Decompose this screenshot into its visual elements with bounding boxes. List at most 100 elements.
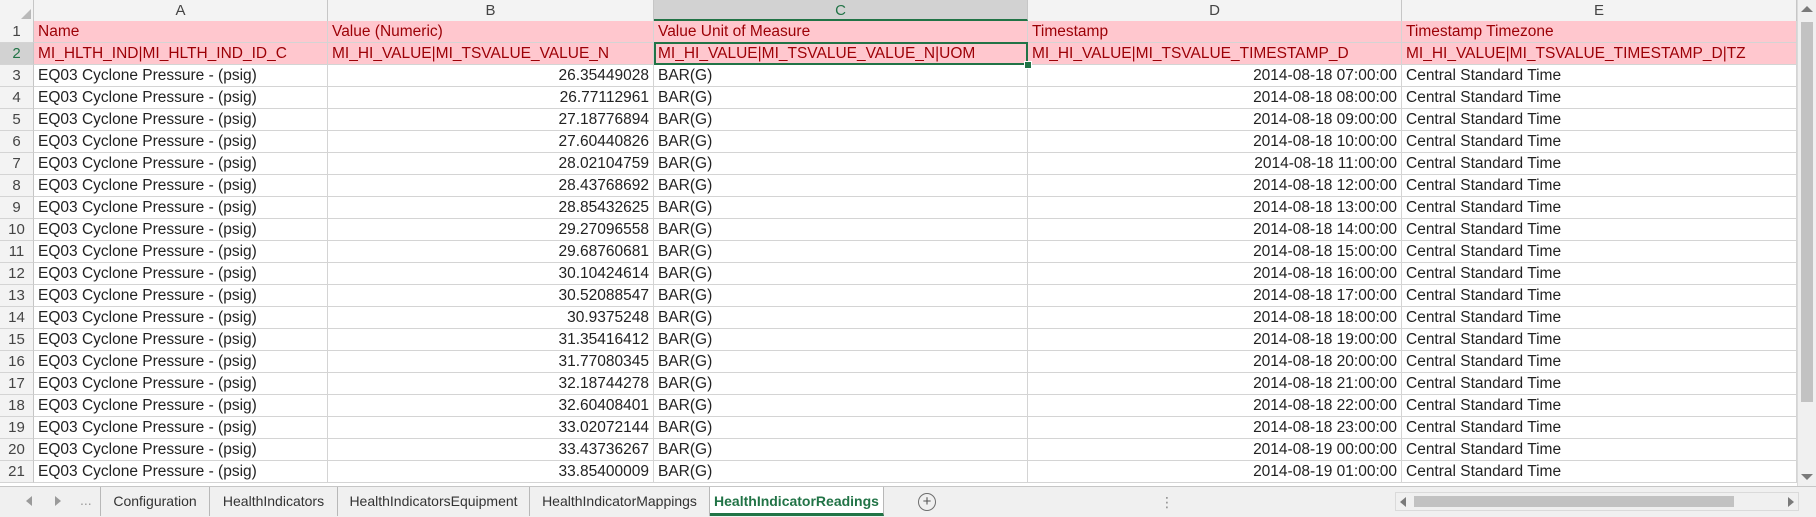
value-cell[interactable]: 27.18776894 bbox=[328, 109, 654, 131]
column-header-e[interactable]: E bbox=[1402, 0, 1797, 21]
value-cell[interactable]: 28.02104759 bbox=[328, 153, 654, 175]
sheet-tab-healthindicatormappings[interactable]: HealthIndicatorMappings bbox=[530, 487, 710, 516]
timestamp-cell[interactable]: 2014-08-18 19:00:00 bbox=[1028, 329, 1402, 351]
timestamp-cell[interactable]: 2014-08-18 08:00:00 bbox=[1028, 87, 1402, 109]
uom-cell[interactable]: BAR(G) bbox=[654, 417, 1028, 439]
value-cell[interactable]: 30.10424614 bbox=[328, 263, 654, 285]
uom-cell[interactable]: BAR(G) bbox=[654, 307, 1028, 329]
value-cell[interactable]: 29.68760681 bbox=[328, 241, 654, 263]
value-cell[interactable]: 28.85432625 bbox=[328, 197, 654, 219]
row-header[interactable]: 9 bbox=[0, 197, 34, 219]
row-header[interactable]: 21 bbox=[0, 461, 34, 483]
row-header[interactable]: 15 bbox=[0, 329, 34, 351]
value-cell[interactable]: 30.52088547 bbox=[328, 285, 654, 307]
name-cell[interactable]: EQ03 Cyclone Pressure - (psig) bbox=[34, 373, 328, 395]
timezone-cell[interactable]: Central Standard Time bbox=[1402, 439, 1797, 461]
name-cell[interactable]: EQ03 Cyclone Pressure - (psig) bbox=[34, 263, 328, 285]
uom-cell[interactable]: BAR(G) bbox=[654, 153, 1028, 175]
uom-cell[interactable]: BAR(G) bbox=[654, 219, 1028, 241]
value-cell[interactable]: 32.18744278 bbox=[328, 373, 654, 395]
name-cell[interactable]: EQ03 Cyclone Pressure - (psig) bbox=[34, 109, 328, 131]
value-cell[interactable]: 31.35416412 bbox=[328, 329, 654, 351]
uom-cell[interactable]: BAR(G) bbox=[654, 263, 1028, 285]
timezone-cell[interactable]: Central Standard Time bbox=[1402, 197, 1797, 219]
header-cell[interactable]: Timestamp bbox=[1028, 21, 1402, 43]
row-header[interactable]: 8 bbox=[0, 175, 34, 197]
row-header[interactable]: 6 bbox=[0, 131, 34, 153]
timestamp-cell[interactable]: 2014-08-18 21:00:00 bbox=[1028, 373, 1402, 395]
timezone-cell[interactable]: Central Standard Time bbox=[1402, 263, 1797, 285]
timestamp-cell[interactable]: 2014-08-18 09:00:00 bbox=[1028, 109, 1402, 131]
row-header[interactable]: 14 bbox=[0, 307, 34, 329]
value-cell[interactable]: 33.43736267 bbox=[328, 439, 654, 461]
column-header-d[interactable]: D bbox=[1028, 0, 1402, 21]
timestamp-cell[interactable]: 2014-08-18 10:00:00 bbox=[1028, 131, 1402, 153]
scroll-down-icon[interactable] bbox=[1801, 474, 1813, 480]
timestamp-cell[interactable]: 2014-08-18 22:00:00 bbox=[1028, 395, 1402, 417]
timezone-cell[interactable]: Central Standard Time bbox=[1402, 395, 1797, 417]
timezone-cell[interactable]: Central Standard Time bbox=[1402, 175, 1797, 197]
tab-overflow-icon[interactable]: ... bbox=[80, 492, 92, 508]
header-cell[interactable]: MI_HLTH_IND|MI_HLTH_IND_ID_C bbox=[34, 43, 328, 65]
spreadsheet-grid[interactable]: A B C D E 1 Name Value (Numeric) Value Unit… bbox=[0, 0, 1797, 486]
name-cell[interactable]: EQ03 Cyclone Pressure - (psig) bbox=[34, 65, 328, 87]
value-cell[interactable]: 33.85400009 bbox=[328, 461, 654, 483]
vertical-scroll-thumb[interactable] bbox=[1801, 22, 1813, 402]
timestamp-cell[interactable]: 2014-08-18 23:00:00 bbox=[1028, 417, 1402, 439]
name-cell[interactable]: EQ03 Cyclone Pressure - (psig) bbox=[34, 417, 328, 439]
uom-cell[interactable]: BAR(G) bbox=[654, 351, 1028, 373]
name-cell[interactable]: EQ03 Cyclone Pressure - (psig) bbox=[34, 461, 328, 483]
value-cell[interactable]: 33.02072144 bbox=[328, 417, 654, 439]
value-cell[interactable]: 28.43768692 bbox=[328, 175, 654, 197]
timestamp-cell[interactable]: 2014-08-18 16:00:00 bbox=[1028, 263, 1402, 285]
value-cell[interactable]: 26.77112961 bbox=[328, 87, 654, 109]
header-cell[interactable]: MI_HI_VALUE|MI_TSVALUE_TIMESTAMP_D|TZ bbox=[1402, 43, 1797, 65]
timestamp-cell[interactable]: 2014-08-18 07:00:00 bbox=[1028, 65, 1402, 87]
tab-splitter-icon[interactable]: ⋮ bbox=[1160, 494, 1175, 511]
scroll-left-icon[interactable] bbox=[1400, 497, 1406, 507]
name-cell[interactable]: EQ03 Cyclone Pressure - (psig) bbox=[34, 329, 328, 351]
value-cell[interactable]: 26.35449028 bbox=[328, 65, 654, 87]
name-cell[interactable]: EQ03 Cyclone Pressure - (psig) bbox=[34, 439, 328, 461]
timezone-cell[interactable]: Central Standard Time bbox=[1402, 417, 1797, 439]
row-header[interactable]: 5 bbox=[0, 109, 34, 131]
name-cell[interactable]: EQ03 Cyclone Pressure - (psig) bbox=[34, 351, 328, 373]
row-header[interactable]: 19 bbox=[0, 417, 34, 439]
timestamp-cell[interactable]: 2014-08-18 17:00:00 bbox=[1028, 285, 1402, 307]
horizontal-scroll-thumb[interactable] bbox=[1414, 496, 1734, 507]
uom-cell[interactable]: BAR(G) bbox=[654, 461, 1028, 483]
timezone-cell[interactable]: Central Standard Time bbox=[1402, 65, 1797, 87]
row-header[interactable]: 11 bbox=[0, 241, 34, 263]
row-header[interactable]: 10 bbox=[0, 219, 34, 241]
uom-cell[interactable]: BAR(G) bbox=[654, 109, 1028, 131]
add-sheet-icon[interactable]: + bbox=[918, 493, 936, 511]
name-cell[interactable]: EQ03 Cyclone Pressure - (psig) bbox=[34, 153, 328, 175]
timestamp-cell[interactable]: 2014-08-18 20:00:00 bbox=[1028, 351, 1402, 373]
row-header[interactable]: 20 bbox=[0, 439, 34, 461]
uom-cell[interactable]: BAR(G) bbox=[654, 285, 1028, 307]
header-cell[interactable]: Name bbox=[34, 21, 328, 43]
row-header[interactable]: 3 bbox=[0, 65, 34, 87]
timezone-cell[interactable]: Central Standard Time bbox=[1402, 285, 1797, 307]
timestamp-cell[interactable]: 2014-08-18 11:00:00 bbox=[1028, 153, 1402, 175]
value-cell[interactable]: 31.77080345 bbox=[328, 351, 654, 373]
name-cell[interactable]: EQ03 Cyclone Pressure - (psig) bbox=[34, 219, 328, 241]
timezone-cell[interactable]: Central Standard Time bbox=[1402, 219, 1797, 241]
column-header-a[interactable]: A bbox=[34, 0, 328, 21]
row-header[interactable]: 7 bbox=[0, 153, 34, 175]
name-cell[interactable]: EQ03 Cyclone Pressure - (psig) bbox=[34, 285, 328, 307]
timestamp-cell[interactable]: 2014-08-18 12:00:00 bbox=[1028, 175, 1402, 197]
row-header[interactable]: 4 bbox=[0, 87, 34, 109]
uom-cell[interactable]: BAR(G) bbox=[654, 395, 1028, 417]
uom-cell[interactable]: BAR(G) bbox=[654, 175, 1028, 197]
row-header[interactable]: 18 bbox=[0, 395, 34, 417]
vertical-scrollbar[interactable] bbox=[1797, 0, 1816, 486]
scroll-up-icon[interactable] bbox=[1801, 6, 1813, 12]
row-header[interactable]: 2 bbox=[0, 43, 34, 65]
sheet-tab-healthindicators[interactable]: HealthIndicators bbox=[210, 487, 338, 516]
header-cell[interactable]: Value Unit of Measure bbox=[654, 21, 1028, 43]
value-cell[interactable]: 30.9375248 bbox=[328, 307, 654, 329]
name-cell[interactable]: EQ03 Cyclone Pressure - (psig) bbox=[34, 307, 328, 329]
name-cell[interactable]: EQ03 Cyclone Pressure - (psig) bbox=[34, 175, 328, 197]
row-header[interactable]: 17 bbox=[0, 373, 34, 395]
